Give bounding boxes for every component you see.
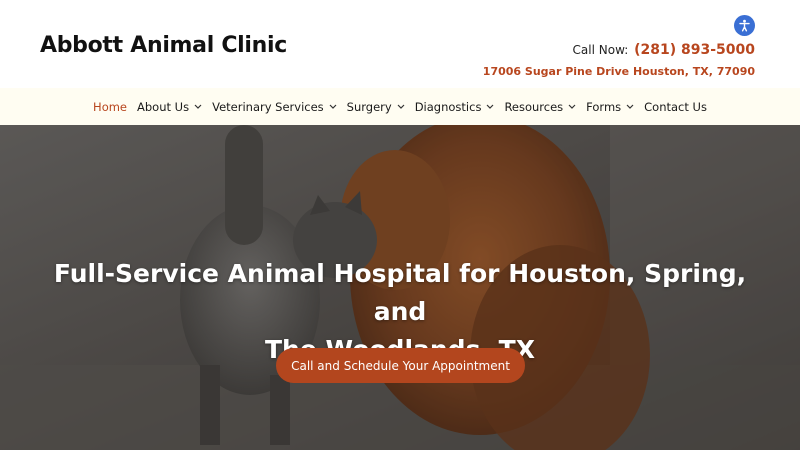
accessibility-button[interactable] xyxy=(734,15,755,36)
nav-item-label: Diagnostics xyxy=(414,99,482,114)
nav-item-resources[interactable]: Resources xyxy=(504,100,576,114)
chevron-down-icon xyxy=(194,104,202,109)
phone-link[interactable]: (281) 893-5000 xyxy=(634,42,755,58)
nav-item-surgery[interactable]: Surgery xyxy=(347,100,405,114)
nav-item-label: Surgery xyxy=(346,99,392,114)
chevron-down-icon xyxy=(568,104,576,109)
chevron-down-icon xyxy=(397,104,405,109)
hero-title-line-1: Full-Service Animal Hospital for Houston… xyxy=(53,259,747,326)
nav-item-label: Forms xyxy=(586,99,622,114)
call-label: Call Now: xyxy=(572,43,629,57)
nav-item-veterinary-services[interactable]: Veterinary Services xyxy=(212,100,337,114)
chevron-down-icon xyxy=(626,104,634,109)
nav-item-label: Home xyxy=(93,99,128,114)
main-nav: Home About Us Veterinary Services Surger… xyxy=(0,88,800,125)
schedule-appointment-button[interactable]: Call and Schedule Your Appointment xyxy=(276,348,525,383)
call-now: Call Now: (281) 893-5000 xyxy=(573,42,755,58)
accessibility-icon xyxy=(739,19,750,32)
site-logo[interactable]: Abbott Animal Clinic xyxy=(40,33,287,58)
nav-item-label: Veterinary Services xyxy=(212,99,324,114)
nav-item-label: About Us xyxy=(137,99,190,114)
nav-item-label: Contact Us xyxy=(644,99,707,114)
chevron-down-icon xyxy=(486,104,494,109)
nav-item-forms[interactable]: Forms xyxy=(586,100,634,114)
address-link[interactable]: 17006 Sugar Pine Drive Houston, TX, 7709… xyxy=(483,65,755,78)
nav-item-about-us[interactable]: About Us xyxy=(137,100,202,114)
nav-item-home[interactable]: Home xyxy=(93,100,127,114)
chevron-down-icon xyxy=(329,104,337,109)
nav-item-contact-us[interactable]: Contact Us xyxy=(644,100,707,114)
hero-banner: Full-Service Animal Hospital for Houston… xyxy=(0,125,800,450)
site-header: Abbott Animal Clinic Call Now: (281) 893… xyxy=(0,0,800,88)
nav-item-label: Resources xyxy=(504,99,564,114)
nav-item-diagnostics[interactable]: Diagnostics xyxy=(415,100,495,114)
